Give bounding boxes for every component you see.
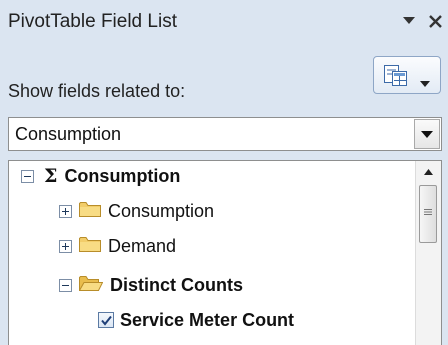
collapse-icon[interactable] bbox=[21, 169, 34, 183]
title-controls bbox=[400, 8, 444, 34]
open-folder-icon bbox=[78, 275, 104, 296]
layout-options-button[interactable] bbox=[373, 56, 441, 94]
chevron-down-icon bbox=[421, 131, 433, 138]
list-item[interactable]: Consumption bbox=[59, 198, 214, 224]
field-tree: Σ Consumption Consumption Demand Distinc… bbox=[8, 160, 442, 345]
field-list-layout-icon bbox=[384, 65, 408, 92]
sigma-icon: Σ bbox=[44, 165, 58, 187]
field-label: Service Meter Count bbox=[120, 309, 295, 330]
list-item[interactable]: Demand bbox=[59, 233, 176, 259]
checkmark-icon bbox=[101, 315, 112, 326]
chevron-down-icon bbox=[420, 72, 430, 93]
expand-icon[interactable] bbox=[59, 204, 72, 218]
close-icon[interactable] bbox=[426, 10, 444, 32]
grip-icon bbox=[424, 209, 432, 215]
pivottable-field-list-pane: PivotTable Field List Show fields relate… bbox=[0, 0, 448, 345]
folder-label: Distinct Counts bbox=[110, 274, 243, 295]
related-table-value: Consumption bbox=[15, 124, 122, 144]
chevron-up-icon bbox=[424, 169, 433, 175]
folder-label: Consumption bbox=[108, 200, 215, 221]
triangle-down-icon[interactable] bbox=[400, 10, 418, 32]
list-item[interactable]: Distinct Counts bbox=[59, 272, 243, 298]
field-checkbox[interactable] bbox=[98, 312, 114, 328]
related-table-select[interactable]: Consumption bbox=[8, 117, 442, 151]
collapse-icon[interactable] bbox=[59, 278, 72, 292]
expand-icon[interactable] bbox=[59, 239, 72, 253]
folder-icon bbox=[79, 236, 101, 257]
list-item[interactable]: Service Meter Count bbox=[98, 307, 294, 333]
scrollbar-thumb[interactable] bbox=[419, 185, 437, 243]
list-item[interactable]: Σ Consumption bbox=[21, 163, 180, 189]
folder-icon bbox=[79, 201, 101, 222]
select-dropdown-button[interactable] bbox=[414, 119, 440, 149]
scroll-up-button[interactable] bbox=[416, 161, 441, 183]
title-bar: PivotTable Field List bbox=[0, 0, 448, 42]
pane-title: PivotTable Field List bbox=[8, 11, 177, 32]
folder-label: Demand bbox=[108, 235, 177, 256]
show-fields-label: Show fields related to: bbox=[8, 81, 186, 101]
vertical-scrollbar[interactable] bbox=[415, 161, 441, 345]
measure-group-label: Consumption bbox=[64, 165, 181, 186]
